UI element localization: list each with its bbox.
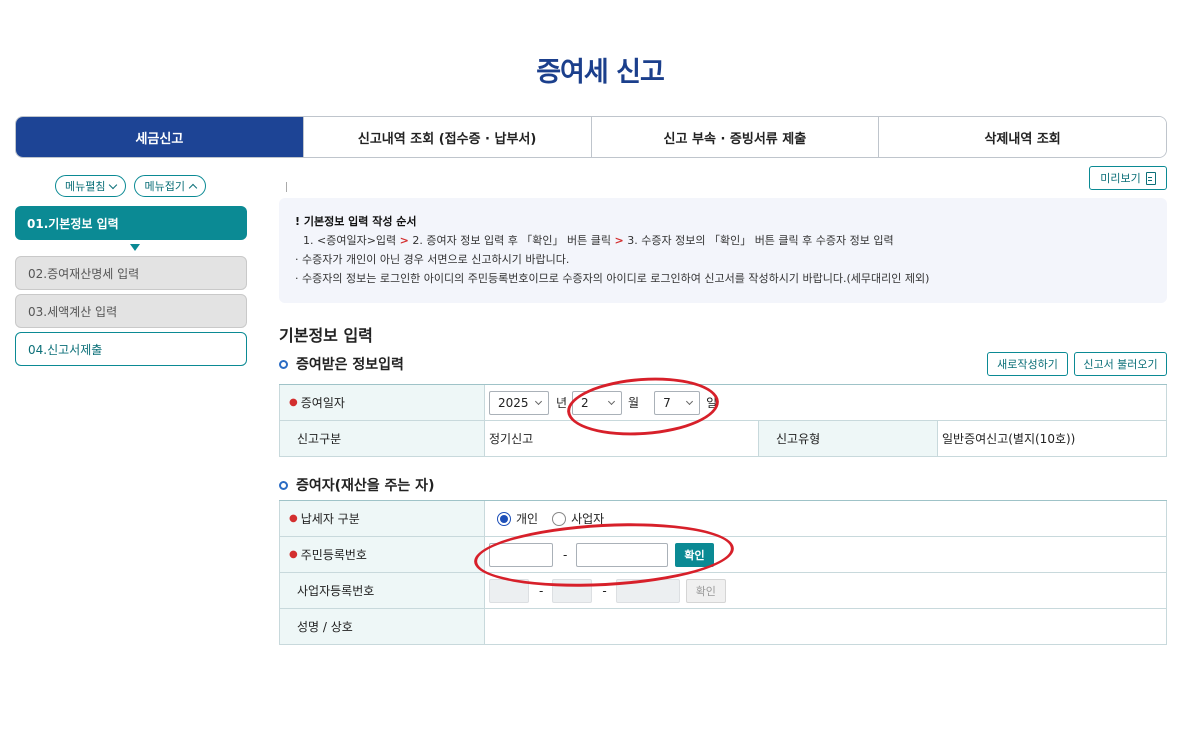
month-select[interactable]: 2 [572, 390, 623, 415]
notice-step-2: 2. 증여자 정보 입력 후 「확인」 버튼 클릭 [412, 234, 612, 247]
tab-tax-report[interactable]: 세금신고 [16, 117, 303, 157]
chevron-down-icon [608, 397, 616, 405]
name-cell [485, 609, 1166, 644]
notice-bullet-1: · 수증자가 개인이 아닌 경우 서면으로 신고하시기 바랍니다. [295, 253, 570, 266]
table-row: ● 증여일자 2025 년 2 월 7 일 [279, 385, 1167, 421]
notice-steps: 1. <증여일자>입력 > 2. 증여자 정보 입력 후 「확인」 버튼 클릭 … [295, 231, 1151, 250]
notice-sep-1: > [399, 234, 409, 247]
table-row: 사업자등록번호 - - 확인 [279, 573, 1167, 609]
brn-confirm-button[interactable]: 확인 [685, 578, 726, 603]
step-submit[interactable]: 04.신고서제출 [15, 332, 247, 366]
day-unit: 일 [706, 396, 718, 410]
new-write-button[interactable]: 새로작성하기 [987, 352, 1068, 376]
required-icon: ● [289, 513, 298, 524]
notice-step-1: 1. <증여일자>입력 [303, 234, 397, 247]
menu-collapse-label: 메뉴접기 [144, 180, 185, 193]
step-basic-info[interactable]: 01.기본정보 입력 [15, 206, 247, 240]
table-row: ● 납세자 구분 개인 사업자 [279, 501, 1167, 537]
notice-title: ! 기본정보 입력 작성 순서 [295, 215, 417, 228]
menu-toggles: 메뉴펼침 메뉴접기 [55, 175, 206, 197]
table-row: 성명 / 상호 [279, 609, 1167, 645]
rrn-cell: - 확인 [485, 537, 1166, 572]
section-heading: 기본정보 입력 [279, 326, 373, 345]
dash: - [563, 547, 568, 562]
chevron-down-icon [686, 397, 694, 405]
brn-cell: - - 확인 [485, 573, 1166, 608]
step-arrow-icon [130, 244, 140, 251]
notice-bullet-2: · 수증자의 정보는 로그인한 아이디의 주민등록번호이므로 수증자의 아이디로… [295, 272, 930, 285]
brn-part2-input[interactable] [552, 578, 593, 603]
menu-collapse-button[interactable]: 메뉴접기 [134, 175, 206, 197]
rrn-front-input[interactable] [489, 542, 553, 567]
taxpayer-type-label: ● 납세자 구분 [280, 501, 485, 536]
page-title: 증여세 신고 [536, 57, 665, 88]
rrn-label: ● 주민등록번호 [280, 537, 485, 572]
document-icon [1145, 171, 1156, 185]
step-tax-calc[interactable]: 03.세액계산 입력 [15, 294, 247, 328]
donor-table: ● 납세자 구분 개인 사업자 ● 주민등록번호 - 확인 사업자등록번호 - … [279, 500, 1167, 645]
radio-individual[interactable] [497, 511, 511, 526]
name-label: 성명 / 상호 [280, 609, 485, 644]
step-gift-property[interactable]: 02.증여재산명세 입력 [15, 256, 247, 290]
year-select[interactable]: 2025 [489, 390, 549, 415]
radio-business[interactable] [552, 511, 567, 526]
chevron-up-icon [188, 183, 198, 192]
bullet-ring-icon [279, 359, 288, 369]
menu-expand-button[interactable]: 메뉴펼침 [55, 175, 127, 197]
tab-report-history[interactable]: 신고내역 조회 (접수증 · 납부서) [302, 117, 591, 157]
divider [286, 182, 287, 192]
taxpayer-type-cell: 개인 사업자 [485, 501, 1166, 536]
received-info-heading: 증여받은 정보입력 [279, 354, 404, 374]
received-info-table: ● 증여일자 2025 년 2 월 7 일 신고구분 정기신고 신고유형 일반증… [279, 384, 1167, 457]
radio-business-label: 사업자 [571, 512, 605, 526]
chevron-down-icon [109, 180, 118, 189]
required-icon: ● [289, 397, 298, 408]
brn-label: 사업자등록번호 [280, 573, 485, 608]
day-select[interactable]: 7 [654, 390, 701, 415]
tab-attachments[interactable]: 신고 부속 · 증빙서류 제출 [590, 117, 879, 157]
donor-heading: 증여자(재산을 주는 자) [279, 475, 434, 495]
table-row: ● 주민등록번호 - 확인 [279, 537, 1167, 573]
report-kind-value: 일반증여신고(별지(10호)) [942, 432, 1076, 446]
report-type-value: 정기신고 [485, 421, 759, 456]
table-row: 신고구분 정기신고 신고유형 일반증여신고(별지(10호)) [279, 421, 1167, 457]
report-kind-label: 신고유형 [759, 421, 938, 456]
notice-box: ! 기본정보 입력 작성 순서 1. <증여일자>입력 > 2. 증여자 정보 … [279, 198, 1167, 303]
menu-expand-label: 메뉴펼침 [65, 180, 106, 193]
report-type-label: 신고구분 [280, 421, 485, 456]
dash: - [539, 583, 544, 598]
donor-title: 증여자(재산을 주는 자) [296, 478, 435, 494]
bullet-ring-icon [279, 480, 288, 490]
required-icon: ● [289, 549, 298, 560]
brn-part3-input[interactable] [615, 578, 680, 603]
dash: - [602, 583, 607, 598]
preview-label: 미리보기 [1100, 172, 1141, 185]
radio-individual-label: 개인 [516, 512, 539, 526]
year-unit: 년 [556, 396, 568, 410]
rrn-back-input[interactable] [576, 542, 669, 567]
received-info-title: 증여받은 정보입력 [296, 357, 404, 373]
preview-button[interactable]: 미리보기 [1089, 166, 1167, 190]
rrn-confirm-button[interactable]: 확인 [675, 542, 714, 567]
month-unit: 월 [628, 396, 640, 410]
chevron-down-icon [534, 397, 543, 405]
gift-date-cell: 2025 년 2 월 7 일 [485, 385, 1166, 420]
brn-part1-input[interactable] [489, 578, 529, 603]
gift-date-label: ● 증여일자 [280, 385, 485, 420]
notice-step-3: 3. 수증자 정보의 「확인」 버튼 클릭 후 수증자 정보 입력 [627, 234, 894, 247]
tab-deleted-history[interactable]: 삭제내역 조회 [878, 117, 1166, 157]
main-tabs: 세금신고 신고내역 조회 (접수증 · 납부서) 신고 부속 · 증빙서류 제출… [15, 116, 1167, 158]
notice-sep-2: > [614, 234, 624, 247]
load-report-button[interactable]: 신고서 불러오기 [1074, 352, 1167, 376]
